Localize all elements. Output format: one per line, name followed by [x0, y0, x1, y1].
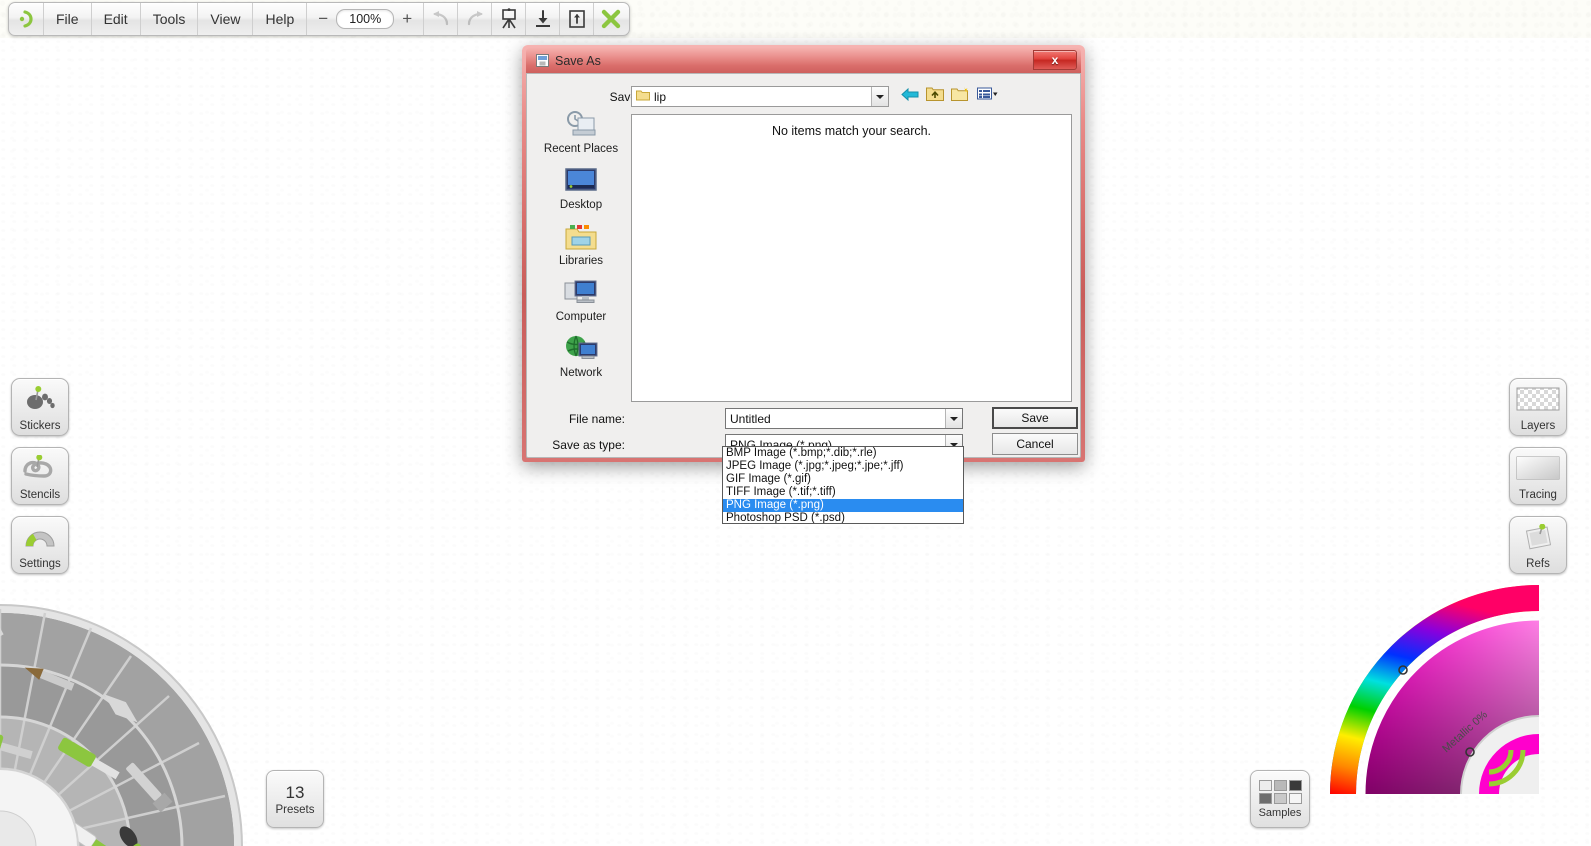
- sidebar-item-label: Layers: [1520, 420, 1556, 432]
- tool-wheel[interactable]: T 50%: [0, 600, 247, 846]
- network-icon: [564, 332, 598, 366]
- up-folder-icon[interactable]: [926, 86, 944, 107]
- dropdown-option[interactable]: JPEG Image (*.jpg;*.jpeg;*.jpe;*.jff): [723, 460, 963, 473]
- new-folder-icon[interactable]: [951, 86, 970, 107]
- file-name-value: Untitled: [730, 411, 771, 426]
- footprint-sticker-icon: [12, 384, 68, 414]
- tracing-page-icon: [1510, 453, 1566, 483]
- zoom-level-field[interactable]: 100%: [336, 9, 395, 29]
- zoom-in-button[interactable]: +: [401, 9, 413, 29]
- zoom-control: − 100% +: [307, 3, 425, 35]
- stencil-swirl-icon: [12, 453, 68, 483]
- dropdown-option[interactable]: Photoshop PSD (*.psd): [723, 512, 963, 523]
- recent-places-icon: [564, 108, 598, 142]
- presets-button[interactable]: 13 Presets: [266, 770, 324, 828]
- sidebar-item-label: Stickers: [19, 420, 61, 432]
- swatch[interactable]: [1273, 792, 1287, 804]
- desktop-icon: [565, 164, 597, 198]
- sidebar-item-label: Stencils: [19, 489, 61, 501]
- place-label: Desktop: [559, 199, 603, 211]
- libraries-icon: [565, 220, 597, 254]
- dialog-title: Save As: [555, 53, 601, 68]
- swatch[interactable]: [1273, 779, 1287, 791]
- samples-label: Samples: [1258, 806, 1302, 819]
- sidebar-item-refs[interactable]: Refs: [1509, 516, 1567, 574]
- save-window-icon: [535, 54, 549, 68]
- place-desktop[interactable]: Desktop: [537, 162, 625, 213]
- dialog-body: Recent Places Desktop Libraries Computer…: [526, 73, 1081, 458]
- menu-file[interactable]: File: [44, 3, 92, 35]
- layers-checker-icon: [1510, 384, 1566, 414]
- chevron-down-icon[interactable]: [945, 409, 962, 428]
- place-network[interactable]: Network: [537, 330, 625, 381]
- swatch[interactable]: [1258, 792, 1272, 804]
- place-recent-places[interactable]: Recent Places: [537, 106, 625, 157]
- save-as-type-dropdown-list[interactable]: BMP Image (*.bmp;*.dib;*.rle) JPEG Image…: [722, 446, 964, 524]
- file-name-input[interactable]: Untitled: [725, 408, 963, 429]
- back-arrow-icon[interactable]: [901, 87, 919, 107]
- dialog-nav-toolbar: [901, 86, 998, 107]
- file-name-label: File name:: [568, 412, 625, 426]
- save-in-value: lip: [654, 89, 667, 104]
- samples-button[interactable]: Samples: [1250, 770, 1310, 828]
- undo-icon[interactable]: [424, 3, 459, 35]
- presets-count: 13: [285, 782, 305, 802]
- presets-label: Presets: [275, 803, 315, 816]
- pin-down-icon[interactable]: [526, 3, 561, 35]
- empty-folder-message: No items match your search.: [771, 124, 932, 138]
- dropdown-option[interactable]: TIFF Image (*.tif;*.tiff): [723, 486, 963, 499]
- color-picker-wheel[interactable]: Metallic 0%: [1319, 574, 1591, 846]
- sidebar-item-settings[interactable]: Settings: [11, 516, 69, 574]
- artrage-logo-icon[interactable]: [10, 3, 44, 35]
- easel-icon[interactable]: [492, 3, 527, 35]
- sidebar-item-label: Settings: [19, 558, 61, 570]
- dialog-frame: Save As x Recent Places Desktop Librarie…: [522, 45, 1085, 462]
- chevron-down-icon[interactable]: [871, 87, 888, 106]
- menu-help[interactable]: Help: [253, 3, 308, 35]
- sidebar-item-label: Refs: [1526, 558, 1550, 570]
- swatch[interactable]: [1288, 792, 1302, 804]
- dropdown-option[interactable]: BMP Image (*.bmp;*.dib;*.rle): [723, 447, 963, 460]
- save-in-combobox[interactable]: lip: [631, 86, 889, 107]
- place-label: Network: [559, 367, 603, 379]
- menu-view[interactable]: View: [198, 3, 254, 35]
- pinned-photo-icon: [1510, 522, 1566, 552]
- main-toolbar: File Edit Tools View Help − 100% +: [8, 2, 631, 36]
- dialog-titlebar[interactable]: Save As x: [526, 48, 1081, 73]
- file-list-view[interactable]: No items match your search.: [631, 114, 1072, 402]
- cancel-button[interactable]: Cancel: [992, 433, 1078, 455]
- close-x-icon[interactable]: [594, 3, 628, 35]
- sidebar-item-tracing[interactable]: Tracing: [1509, 447, 1567, 505]
- swatch[interactable]: [1258, 779, 1272, 791]
- sidebar-item-stickers[interactable]: Stickers: [11, 378, 69, 436]
- sidebar-item-stencils[interactable]: Stencils: [11, 447, 69, 505]
- sidebar-item-layers[interactable]: Layers: [1509, 378, 1567, 436]
- computer-icon: [564, 276, 598, 310]
- place-label: Recent Places: [543, 143, 619, 155]
- place-libraries[interactable]: Libraries: [537, 218, 625, 269]
- save-as-dialog: Save As x Recent Places Desktop Librarie…: [522, 45, 1085, 462]
- sidebar-item-label: Tracing: [1519, 489, 1557, 501]
- samples-swatch-grid[interactable]: [1258, 779, 1302, 804]
- save-button[interactable]: Save: [992, 407, 1078, 429]
- panel-toggle-icon[interactable]: [560, 3, 595, 35]
- dropdown-option-selected[interactable]: PNG Image (*.png): [723, 499, 963, 512]
- dialog-close-button[interactable]: x: [1033, 50, 1077, 70]
- place-label: Computer: [555, 311, 607, 323]
- menu-tools[interactable]: Tools: [141, 3, 199, 35]
- folder-icon: [636, 89, 650, 104]
- views-dropdown-icon[interactable]: [977, 87, 998, 106]
- place-label: Libraries: [558, 255, 604, 267]
- places-bar: Recent Places Desktop Libraries Computer…: [535, 102, 627, 387]
- menu-edit[interactable]: Edit: [92, 3, 141, 35]
- dropdown-option[interactable]: GIF Image (*.gif): [723, 473, 963, 486]
- gauge-settings-icon: [12, 522, 68, 552]
- redo-icon[interactable]: [458, 3, 493, 35]
- place-computer[interactable]: Computer: [537, 274, 625, 325]
- save-as-type-label: Save as type:: [552, 438, 625, 452]
- swatch[interactable]: [1288, 779, 1302, 791]
- zoom-out-button[interactable]: −: [317, 9, 329, 29]
